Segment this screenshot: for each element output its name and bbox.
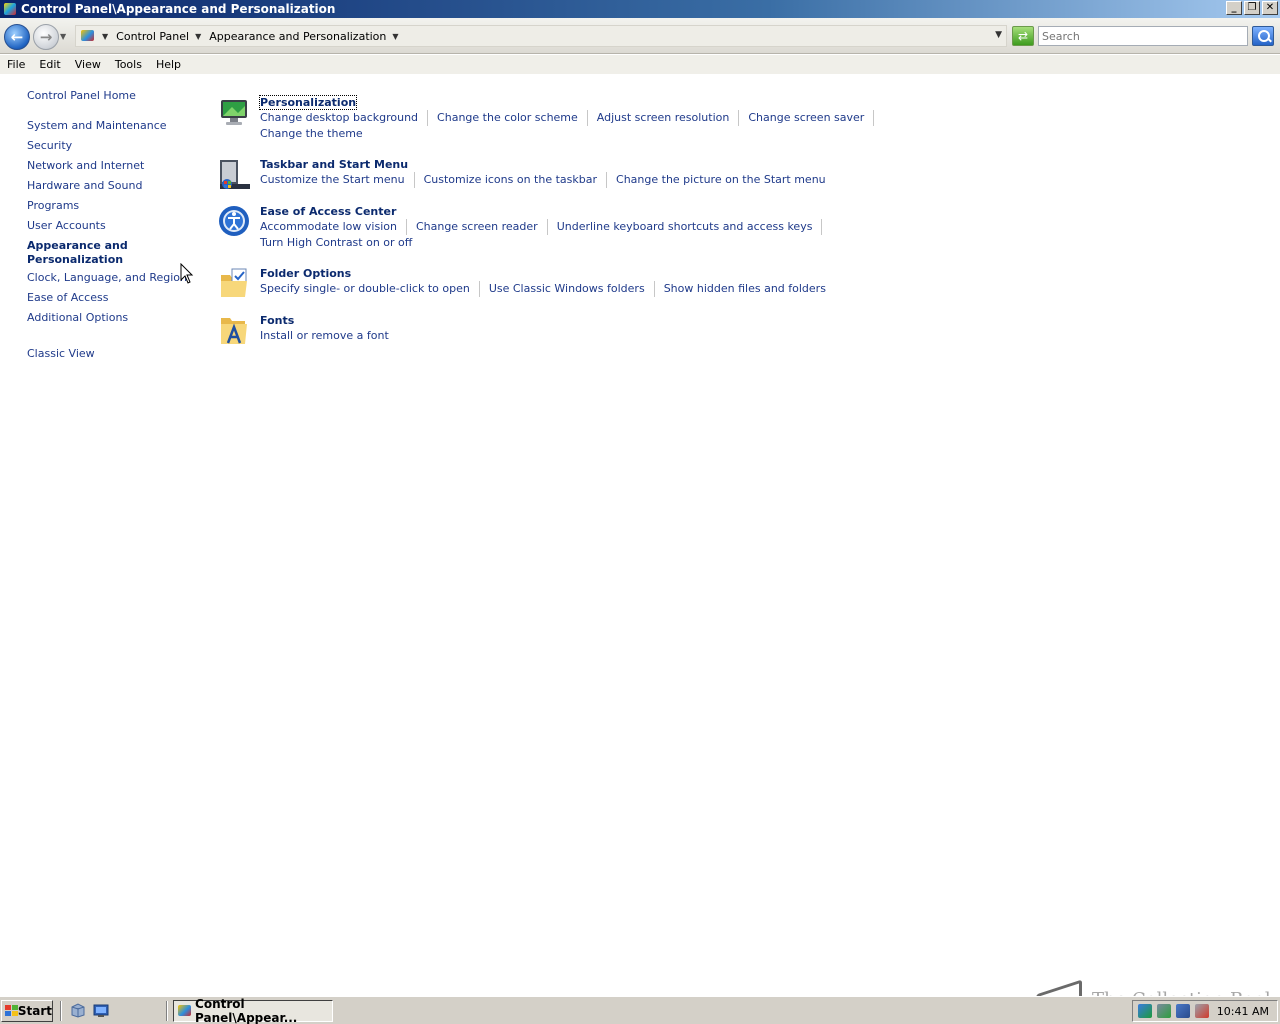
sidebar-item-classic-view[interactable]: Classic View	[27, 347, 95, 361]
task-customize-taskbar-icons[interactable]: Customize icons on the taskbar	[415, 172, 608, 188]
category-title-fonts[interactable]: Fonts	[260, 314, 294, 327]
sidebar-item-programs[interactable]: Programs	[27, 199, 79, 213]
sidebar-item-hardware[interactable]: Hardware and Sound	[27, 179, 187, 193]
windows-logo-icon	[5, 1005, 15, 1017]
sidebar-item-additional-options[interactable]: Additional Options	[27, 311, 187, 325]
chevron-down-icon[interactable]: ▼	[195, 32, 201, 41]
folder-options-icon	[221, 268, 247, 297]
category-title-personalization[interactable]: Personalization	[258, 95, 358, 110]
start-button[interactable]: Start	[1, 1000, 53, 1022]
taskbar-separator	[60, 1001, 62, 1021]
task-change-start-picture[interactable]: Change the picture on the Start menu	[607, 172, 835, 188]
task-show-hidden-files[interactable]: Show hidden files and folders	[655, 281, 835, 297]
menu-bar: File Edit View Tools Help	[0, 55, 1280, 74]
network-globe-icon[interactable]	[1138, 1004, 1152, 1018]
restore-button[interactable]: ❐	[1244, 1, 1260, 15]
mouse-cursor-icon	[180, 263, 194, 284]
search-input[interactable]	[1038, 26, 1248, 46]
menu-tools[interactable]: Tools	[108, 55, 149, 74]
sidebar-item-ease-of-access[interactable]: Ease of Access	[27, 291, 187, 305]
sidebar-item-user-accounts[interactable]: User Accounts	[27, 219, 187, 233]
recent-pages-dropdown[interactable]: ▼	[60, 32, 66, 41]
menu-edit[interactable]: Edit	[32, 55, 67, 74]
task-change-screen-reader[interactable]: Change screen reader	[407, 219, 548, 235]
task-high-contrast[interactable]: Turn High Contrast on or off	[260, 235, 421, 251]
task-customize-start-menu[interactable]: Customize the Start menu	[260, 172, 415, 188]
personalization-tasks: Change desktop background Change the col…	[260, 110, 880, 142]
menu-help[interactable]: Help	[149, 55, 188, 74]
task-install-remove-font[interactable]: Install or remove a font	[260, 328, 398, 344]
forward-button[interactable]: →	[33, 24, 59, 50]
personalization-icon	[221, 100, 247, 125]
security-shield-icon[interactable]	[1157, 1004, 1171, 1018]
control-panel-icon	[177, 1004, 192, 1018]
sidebar-item-system[interactable]: System and Maintenance	[27, 119, 187, 133]
sidebar-item-home[interactable]: Control Panel Home	[27, 89, 136, 103]
network-connection-icon[interactable]	[1176, 1004, 1190, 1018]
ease-of-access-icon	[219, 206, 249, 236]
taskbar-separator	[166, 1001, 168, 1021]
window-title: Control Panel\Appearance and Personaliza…	[21, 2, 336, 16]
ease-of-access-tasks: Accommodate low vision Change screen rea…	[260, 219, 880, 251]
start-label: Start	[17, 1004, 52, 1018]
close-button[interactable]: ✕	[1262, 1, 1278, 15]
sidebar-item-appearance[interactable]: Appearance and Personalization	[27, 239, 137, 267]
task-underline-shortcuts[interactable]: Underline keyboard shortcuts and access …	[548, 219, 823, 235]
volume-muted-icon[interactable]	[1195, 1004, 1209, 1018]
chevron-down-icon[interactable]: ▼	[102, 32, 108, 41]
chevron-down-icon[interactable]: ▼	[392, 32, 398, 41]
window-controls: _ ❐ ✕	[1226, 1, 1278, 15]
taskbar-clock[interactable]: 10:41 AM	[1217, 1005, 1269, 1018]
task-adjust-screen-resolution[interactable]: Adjust screen resolution	[588, 110, 740, 126]
taskbar-control-panel-button[interactable]: Control Panel\Appear...	[173, 997, 333, 1024]
menu-file[interactable]: File	[0, 55, 32, 74]
server-manager-icon[interactable]	[70, 1003, 86, 1018]
address-history-dropdown[interactable]: ▼	[995, 30, 1002, 40]
taskbar-task-label: Control Panel\Appear...	[195, 997, 298, 1024]
title-bar[interactable]: Control Panel\Appearance and Personaliza…	[0, 0, 1280, 18]
task-accommodate-low-vision[interactable]: Accommodate low vision	[260, 219, 407, 235]
system-tray: 10:41 AM	[1132, 1000, 1278, 1022]
category-title-taskbar[interactable]: Taskbar and Start Menu	[260, 158, 408, 171]
sidebar-item-security[interactable]: Security	[27, 139, 72, 153]
sidebar-item-network[interactable]: Network and Internet	[27, 159, 187, 173]
search-icon[interactable]	[1252, 26, 1274, 46]
breadcrumb-control-panel[interactable]: Control Panel	[116, 30, 189, 43]
taskbar: Start Control Panel\Appear... 10:41 AM	[0, 996, 1280, 1024]
folder-options-tasks: Specify single- or double-click to open …	[260, 281, 880, 297]
task-single-double-click[interactable]: Specify single- or double-click to open	[260, 281, 480, 297]
task-change-desktop-background[interactable]: Change desktop background	[260, 110, 429, 126]
taskbar-tasks: Customize the Start menu Customize icons…	[260, 172, 880, 188]
control-panel-icon	[80, 29, 96, 43]
fonts-tasks: Install or remove a font	[260, 328, 880, 344]
minimize-button[interactable]: _	[1226, 1, 1242, 15]
refresh-button[interactable]: ⇄	[1012, 26, 1034, 46]
control-panel-icon	[3, 2, 17, 16]
task-change-theme[interactable]: Change the theme	[260, 126, 372, 142]
breadcrumb-appearance[interactable]: Appearance and Personalization	[209, 30, 386, 43]
task-change-color-scheme[interactable]: Change the color scheme	[428, 110, 588, 126]
taskbar-icon	[220, 160, 250, 189]
menu-view[interactable]: View	[68, 55, 108, 74]
task-classic-folders[interactable]: Use Classic Windows folders	[480, 281, 655, 297]
address-field[interactable]: ▼ Control Panel ▼ Appearance and Persona…	[75, 25, 1007, 47]
fonts-icon	[221, 318, 247, 344]
show-desktop-icon[interactable]	[93, 1003, 109, 1018]
category-title-folder-options[interactable]: Folder Options	[260, 267, 351, 280]
address-toolbar: ← → ▼ ▼ Control Panel ▼ Appearance and P…	[0, 18, 1280, 54]
back-button[interactable]: ←	[4, 24, 30, 50]
category-title-ease-of-access[interactable]: Ease of Access Center	[260, 205, 396, 218]
task-change-screen-saver[interactable]: Change screen saver	[739, 110, 875, 126]
sidebar-item-clock[interactable]: Clock, Language, and Region	[27, 271, 187, 285]
